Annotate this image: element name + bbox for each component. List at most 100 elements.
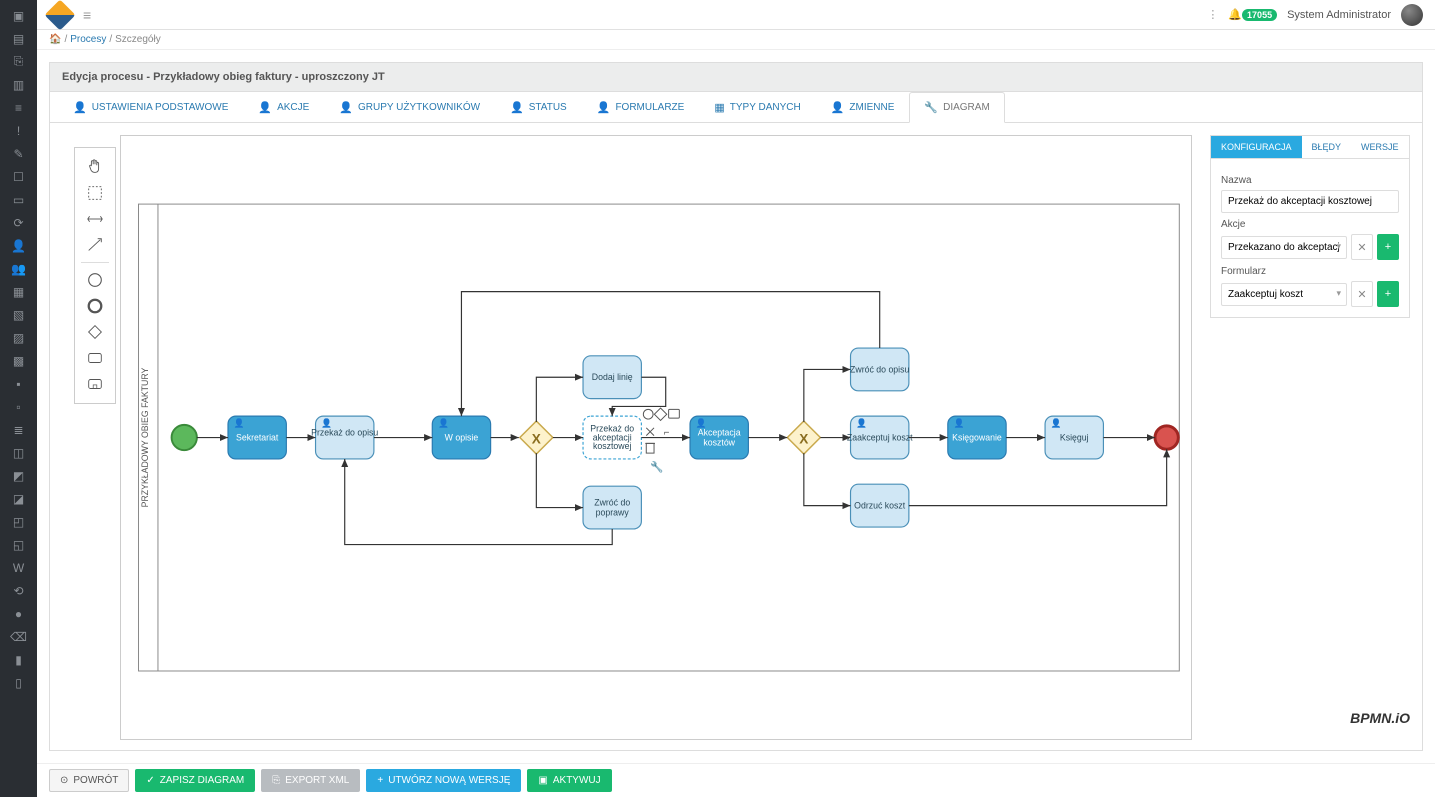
tab-typy[interactable]: ▦TYPY DANYCH <box>699 92 815 123</box>
remove-akcje-button[interactable]: ✕ <box>1351 234 1373 260</box>
nav-item[interactable]: ▦ <box>0 280 37 303</box>
sp-tab-bledy[interactable]: BŁĘDY <box>1302 136 1352 158</box>
nav-item[interactable]: ◰ <box>0 510 37 533</box>
label-akcje: Akcje <box>1221 219 1399 230</box>
add-akcje-button[interactable]: + <box>1377 234 1399 260</box>
zapisz-button[interactable]: ✓ZAPISZ DIAGRAM <box>135 769 255 792</box>
nav-item[interactable]: ▩ <box>0 349 37 372</box>
nav-item[interactable]: ☐ <box>0 165 37 188</box>
nav-item[interactable]: ⎘ <box>0 50 37 73</box>
ctx-annotation-icon[interactable]: ⌐ <box>664 428 670 439</box>
ctx-connect-icon[interactable] <box>646 428 654 436</box>
breadcrumb-procesy[interactable]: Procesy <box>70 34 106 45</box>
svg-text:PRZYKŁADOWY OBIEG FAKTURY: PRZYKŁADOWY OBIEG FAKTURY <box>140 368 150 508</box>
ctx-wrench-icon[interactable]: 🔧 <box>650 460 663 474</box>
nav-item[interactable]: ▫ <box>0 395 37 418</box>
select-akcje[interactable] <box>1221 236 1347 259</box>
palette-task[interactable] <box>75 345 115 371</box>
nav-item[interactable]: ▪ <box>0 372 37 395</box>
ctx-trash-icon[interactable] <box>646 443 654 453</box>
palette-lasso-tool[interactable] <box>75 180 115 206</box>
nav-item[interactable]: ▥ <box>0 73 37 96</box>
palette-subprocess[interactable] <box>75 371 115 397</box>
user-name[interactable]: System Administrator <box>1287 9 1391 21</box>
svg-text:kosztów: kosztów <box>703 437 735 447</box>
tab-ustawienia[interactable]: 👤USTAWIENIA PODSTAWOWE <box>58 92 243 123</box>
sp-tab-wersje[interactable]: WERSJE <box>1351 136 1409 158</box>
nav-item[interactable]: 👥 <box>0 257 37 280</box>
nav-item[interactable]: ▭ <box>0 188 37 211</box>
nav-item[interactable]: ⌫ <box>0 625 37 648</box>
hamburger-icon[interactable]: ≡ <box>83 7 91 23</box>
svg-text:Zaakceptuj koszt: Zaakceptuj koszt <box>847 432 913 442</box>
breadcrumb-current: Szczegóły <box>115 34 161 45</box>
nav-item[interactable]: ▨ <box>0 326 37 349</box>
nav-item[interactable]: W <box>0 556 37 579</box>
nav-item[interactable]: ▧ <box>0 303 37 326</box>
ctx-task-icon[interactable] <box>669 409 680 418</box>
palette-start-event[interactable] <box>75 267 115 293</box>
tab-zmienne[interactable]: 👤ZMIENNE <box>816 92 910 123</box>
powrot-button[interactable]: ⊙POWRÓT <box>49 769 129 792</box>
svg-text:Przekaż do opisu: Przekaż do opisu <box>311 428 378 438</box>
gateway-1[interactable]: X <box>520 421 553 454</box>
bpmn-diagram[interactable]: PRZYKŁADOWY OBIEG FAKTURY 👤 Sekretariat … <box>120 135 1192 740</box>
tab-akcje[interactable]: 👤AKCJE <box>243 92 324 123</box>
palette-connect-tool[interactable] <box>75 232 115 258</box>
sp-tab-konfiguracja[interactable]: KONFIGURACJA <box>1211 136 1302 158</box>
nav-item[interactable]: ▣ <box>0 4 37 27</box>
gateway-2[interactable]: X <box>787 421 820 454</box>
nav-item[interactable]: ⟲ <box>0 579 37 602</box>
svg-text:W opisie: W opisie <box>445 432 479 442</box>
tabs: 👤USTAWIENIA PODSTAWOWE 👤AKCJE 👤GRUPY UŻY… <box>49 92 1423 123</box>
nav-item[interactable]: ▮ <box>0 648 37 671</box>
nav-item[interactable]: 👤 <box>0 234 37 257</box>
nav-item[interactable]: ● <box>0 602 37 625</box>
kebab-icon[interactable]: ⋮ <box>1207 8 1218 21</box>
svg-text:kosztowej: kosztowej <box>593 441 631 451</box>
nav-item[interactable]: ≣ <box>0 418 37 441</box>
svg-text:Sekretariat: Sekretariat <box>236 432 279 442</box>
svg-text:Zwróć do: Zwróć do <box>594 498 630 508</box>
tab-status[interactable]: 👤STATUS <box>495 92 582 123</box>
tab-formularze[interactable]: 👤FORMULARZE <box>582 92 700 123</box>
topbar: ≡ ⋮ 🔔17055 System Administrator <box>37 0 1435 30</box>
left-sidebar: ▣ ▤ ⎘ ▥ ≡ ! ✎ ☐ ▭ ⟳ 👤 👥 ▦ ▧ ▨ ▩ ▪ ▫ ≣ ◫ … <box>0 0 37 797</box>
notification-badge: 17055 <box>1242 9 1277 21</box>
utworz-button[interactable]: +UTWÓRZ NOWĄ WERSJĘ <box>366 769 521 792</box>
palette-gateway[interactable] <box>75 319 115 345</box>
nav-item[interactable]: ≡ <box>0 96 37 119</box>
logo-icon <box>44 0 75 30</box>
svg-text:👤: 👤 <box>234 418 245 428</box>
bell-icon[interactable]: 🔔17055 <box>1228 8 1277 21</box>
nav-item[interactable]: ▤ <box>0 27 37 50</box>
add-formularz-button[interactable]: + <box>1377 281 1399 307</box>
end-event[interactable] <box>1155 426 1178 449</box>
export-button[interactable]: ⎘EXPORT XML <box>261 769 360 792</box>
input-nazwa[interactable] <box>1221 190 1399 213</box>
ctx-gateway-icon[interactable] <box>654 408 666 420</box>
avatar[interactable] <box>1401 4 1423 26</box>
breadcrumb-home[interactable]: 🏠 <box>49 34 61 45</box>
bpmn-logo: BPMN.iO <box>1350 710 1410 726</box>
nav-item[interactable]: ◫ <box>0 441 37 464</box>
nav-item[interactable]: ✎ <box>0 142 37 165</box>
ctx-event-icon[interactable] <box>643 409 653 419</box>
palette-hand-tool[interactable] <box>75 154 115 180</box>
nav-item[interactable]: ▯ <box>0 671 37 694</box>
nav-item[interactable]: ◪ <box>0 487 37 510</box>
start-event[interactable] <box>172 425 197 450</box>
nav-item[interactable]: ◩ <box>0 464 37 487</box>
nav-item[interactable]: ! <box>0 119 37 142</box>
svg-text:X: X <box>532 431 541 446</box>
palette-space-tool[interactable] <box>75 206 115 232</box>
remove-formularz-button[interactable]: ✕ <box>1351 281 1373 307</box>
select-formularz[interactable] <box>1221 283 1347 306</box>
tab-diagram[interactable]: 🔧DIAGRAM <box>909 92 1004 123</box>
page-title: Edycja procesu - Przykładowy obieg faktu… <box>49 62 1423 92</box>
palette-end-event[interactable] <box>75 293 115 319</box>
tab-grupy[interactable]: 👤GRUPY UŻYTKOWNIKÓW <box>324 92 495 123</box>
nav-item[interactable]: ⟳ <box>0 211 37 234</box>
aktywuj-button[interactable]: ▣AKTYWUJ <box>527 769 611 792</box>
nav-item[interactable]: ◱ <box>0 533 37 556</box>
